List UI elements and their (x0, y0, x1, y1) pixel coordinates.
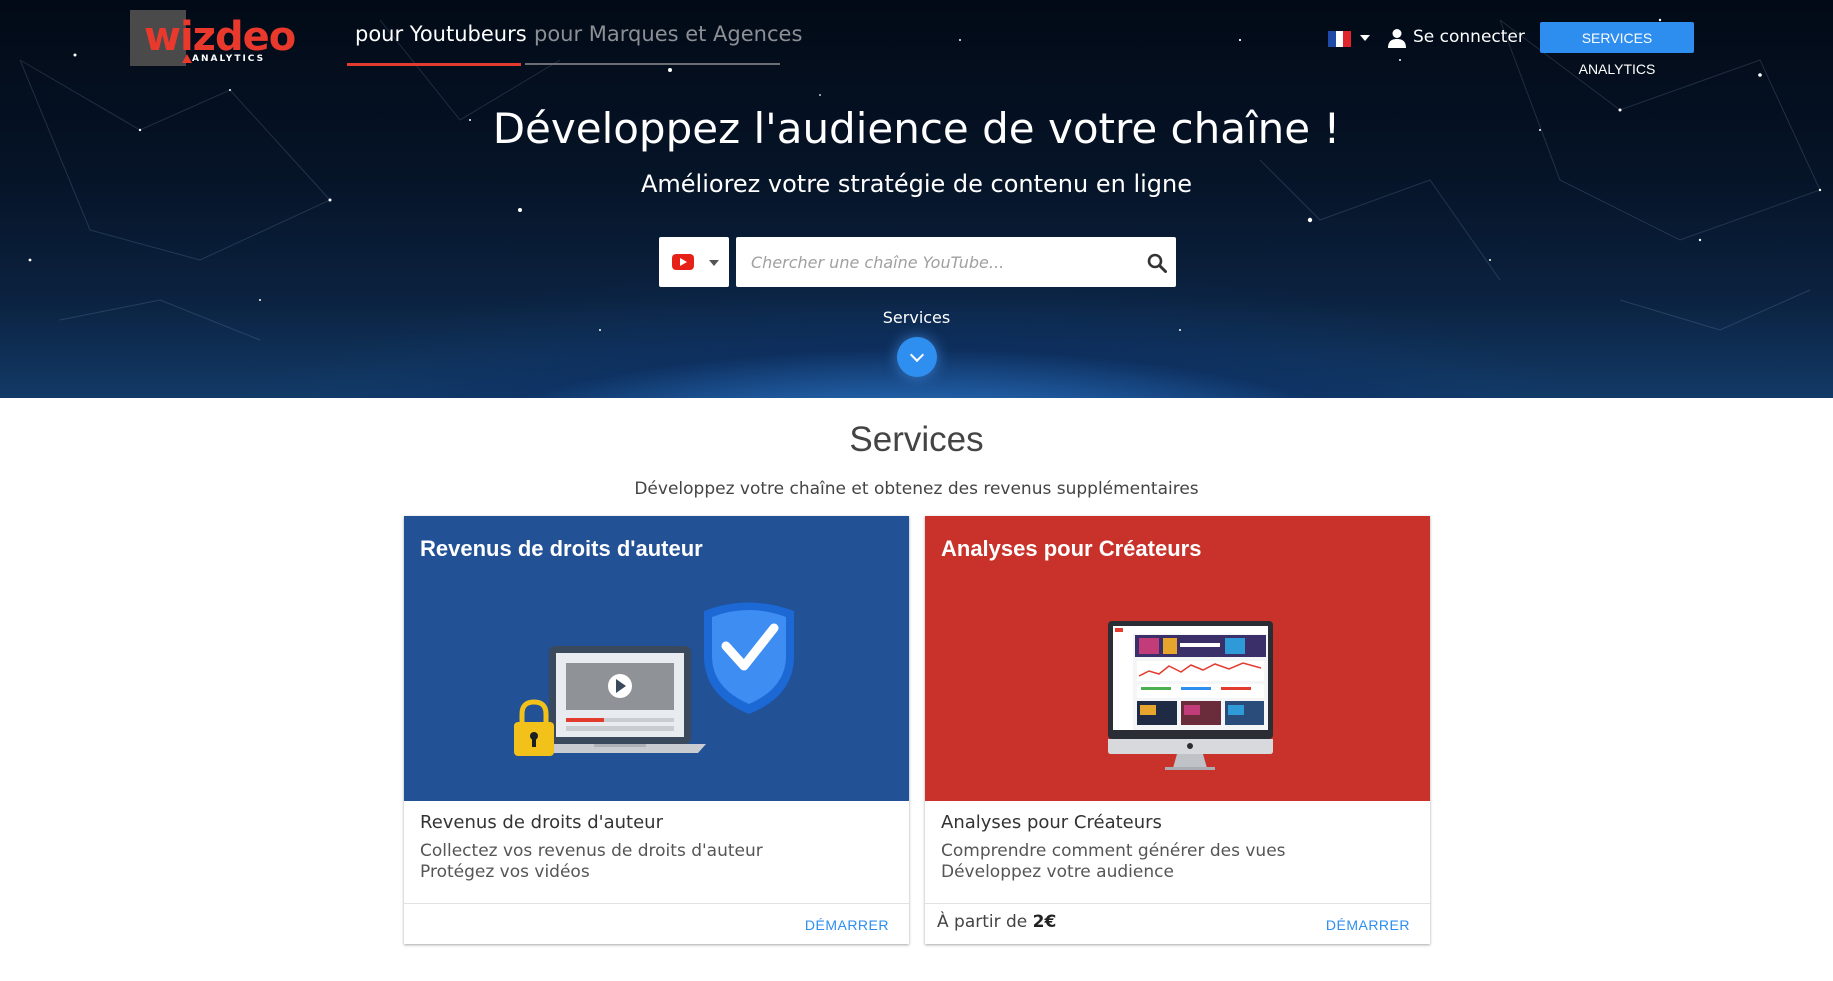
fr-flag-icon[interactable] (1328, 31, 1352, 47)
language-caret-icon[interactable] (1360, 35, 1370, 41)
service-card-copyright: Revenus de droits d'auteur Revenus de dr… (404, 516, 909, 944)
services-title: Services (849, 420, 984, 459)
youtube-icon (672, 254, 694, 270)
tab-marques-agences[interactable]: pour Marques et Agences (534, 22, 802, 46)
channel-search-input[interactable] (736, 237, 1136, 287)
start-button[interactable]: DÉMARRER (805, 917, 889, 933)
hero-subtitle: Améliorez votre stratégie de contenu en … (640, 170, 1192, 198)
services-subtitle: Développez votre chaîne et obtenez des r… (634, 479, 1199, 499)
hero-title: Développez l'audience de votre chaîne ! (492, 104, 1341, 153)
tab-youtubeurs[interactable]: pour Youtubeurs (355, 22, 527, 46)
card-description-line: Comprendre comment générer des vues (941, 841, 1286, 861)
hero-banner: wizdeo ANALYTICS pour Youtubeurs pour Ma… (0, 0, 1833, 398)
card-title: Analyses pour Créateurs (941, 812, 1162, 833)
card-divider (404, 903, 909, 904)
chevron-down-icon (909, 347, 925, 363)
service-card-analytics: Analyses pour Créateurs Analyses pour Cr… (925, 516, 1430, 944)
card-divider (925, 903, 1430, 904)
search-icon[interactable] (1147, 253, 1167, 273)
price-prefix: À partir de (937, 912, 1028, 932)
card-media[interactable]: Analyses pour Créateurs (925, 516, 1430, 801)
scroll-down-button[interactable] (897, 337, 937, 377)
card-title: Revenus de droits d'auteur (420, 812, 663, 833)
tab-active-indicator (347, 63, 521, 66)
price-value: 2€ (1032, 912, 1057, 932)
start-button[interactable]: DÉMARRER (1326, 917, 1410, 933)
laptop-shield-lock-illustration (514, 602, 794, 756)
monitor-dashboard-illustration (1108, 621, 1273, 770)
chevron-down-icon (709, 260, 719, 266)
logo-triangle-icon (182, 54, 192, 63)
channel-search-box (736, 237, 1176, 287)
tab-inactive-indicator (525, 63, 780, 65)
user-icon (1388, 29, 1406, 48)
wizdeo-logo[interactable]: wizdeo ANALYTICS (130, 10, 296, 66)
hero-services-label: Services (882, 308, 951, 327)
card-media[interactable]: Revenus de droits d'auteur (404, 516, 909, 801)
services-analytics-button[interactable]: SERVICES ANALYTICS (1540, 22, 1694, 77)
price-label: À partir de 2€ (937, 912, 1056, 932)
card-description-line: Développez votre audience (941, 862, 1174, 882)
card-description-line: Collectez vos revenus de droits d'auteur (420, 841, 763, 861)
logo-subtext: ANALYTICS (192, 54, 266, 64)
login-link[interactable]: Se connecter (1413, 27, 1525, 47)
card-description-line: Protégez vos vidéos (420, 862, 590, 882)
platform-selector[interactable] (659, 237, 729, 287)
